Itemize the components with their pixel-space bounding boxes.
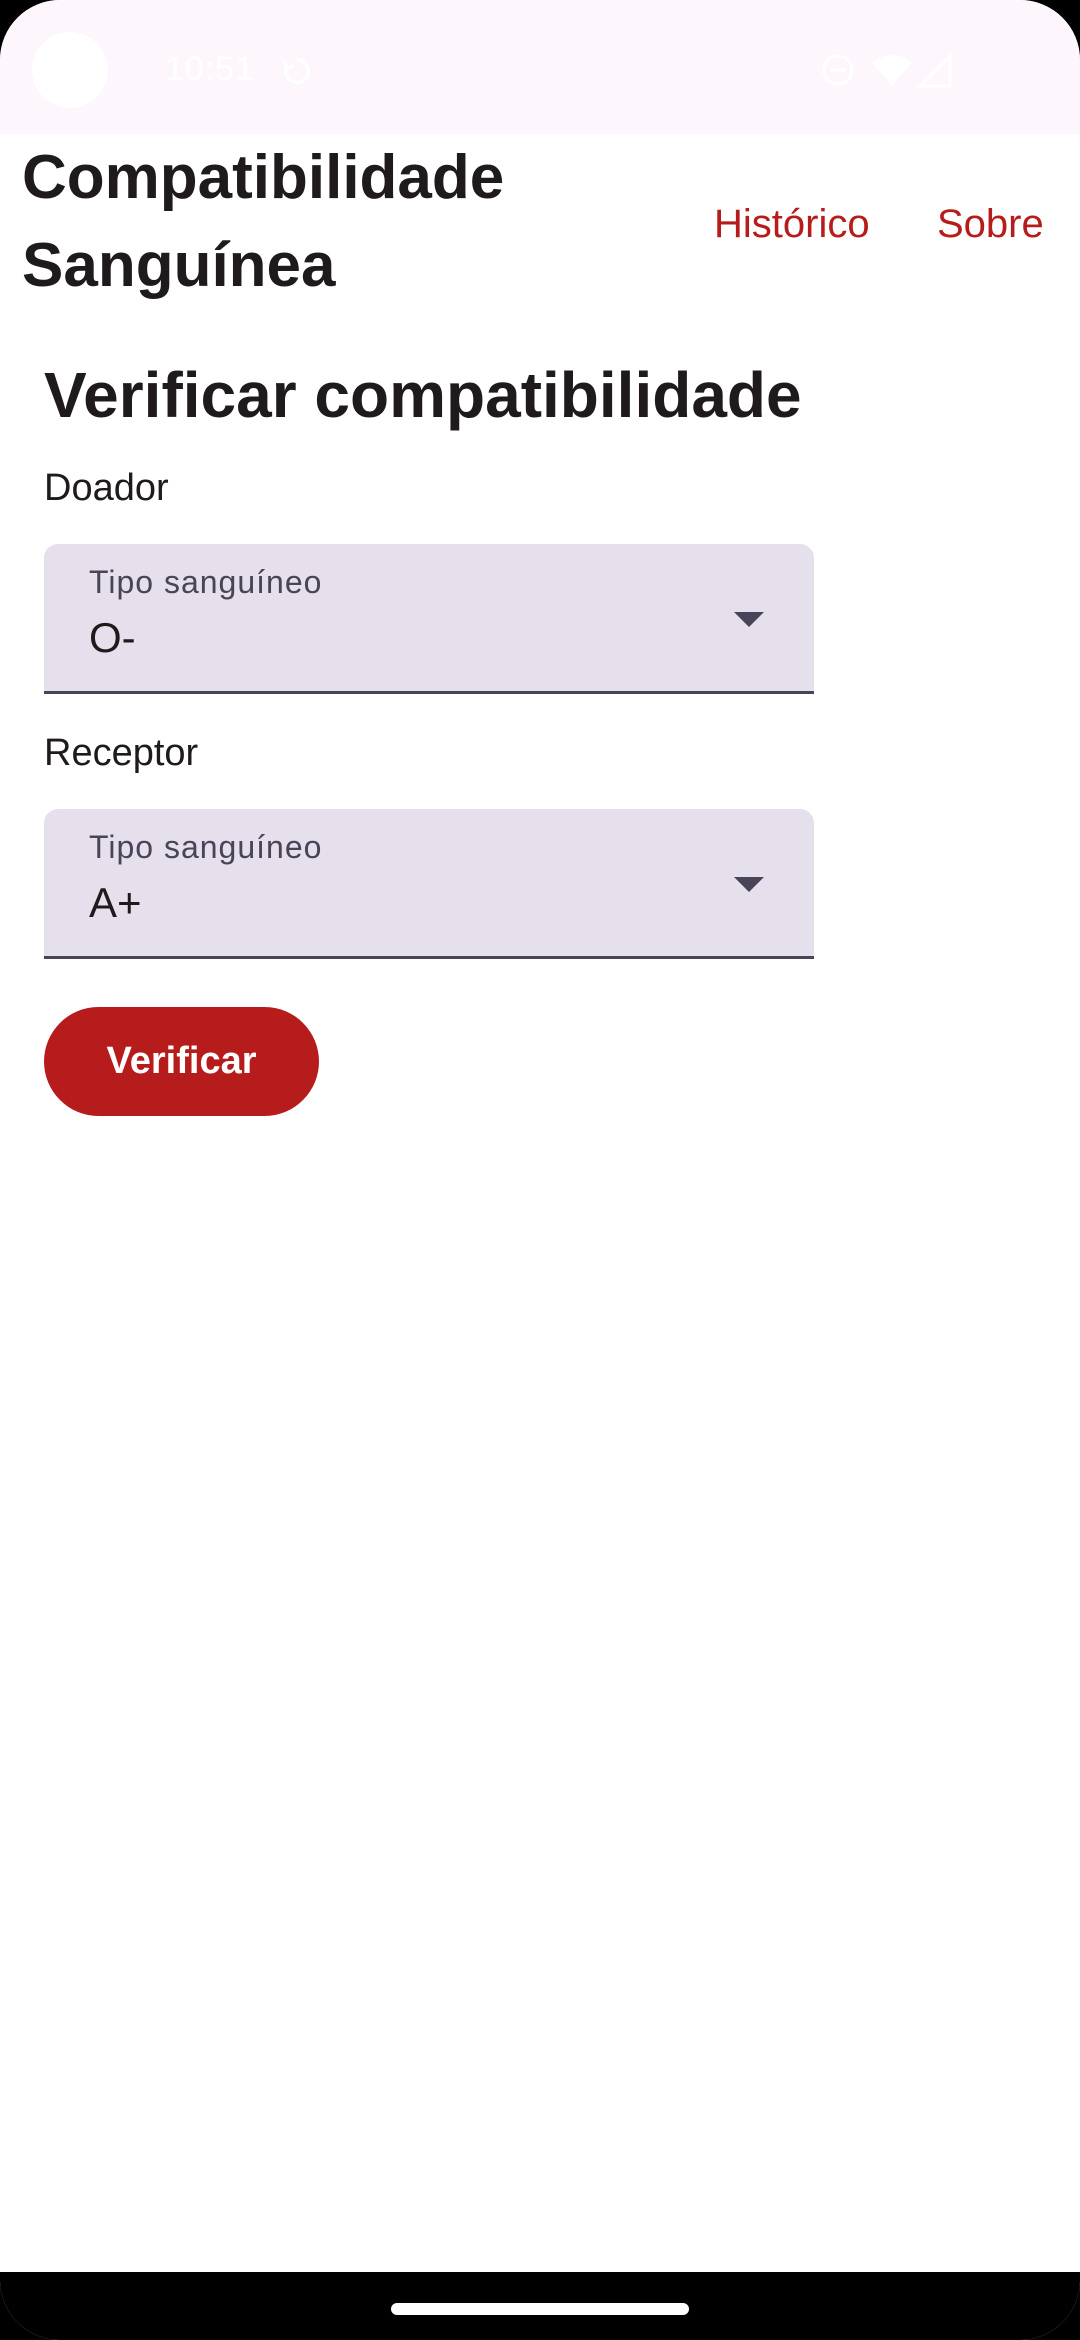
wifi-icon (872, 55, 912, 86)
donor-blood-type-dropdown[interactable]: Tipo sanguíneo O- (44, 544, 814, 694)
app-screen: 10:51 Compatibilidade Sanguínea Históric… (0, 0, 1080, 2340)
nav-sobre-link[interactable]: Sobre (937, 196, 1044, 252)
sync-icon (282, 57, 310, 85)
recipient-blood-type-dropdown[interactable]: Tipo sanguíneo A+ (44, 809, 814, 959)
status-icons (822, 52, 952, 88)
donor-section-label: Doador (44, 467, 169, 509)
donor-dropdown-label: Tipo sanguíneo (89, 564, 323, 600)
status-bar: 10:51 (0, 0, 1080, 134)
app-title: Compatibilidade Sanguínea (22, 143, 505, 300)
nav-historico-link[interactable]: Histórico (714, 196, 870, 252)
camera-cutout (32, 32, 108, 108)
recipient-dropdown-value: A+ (89, 879, 142, 926)
status-time: 10:51 (165, 50, 256, 88)
home-indicator[interactable] (391, 2303, 689, 2315)
verify-button[interactable]: Verificar (44, 1007, 319, 1116)
dnd-icon (822, 54, 854, 86)
signal-icon (916, 52, 952, 88)
page-heading: Verificar compatibilidade (44, 359, 802, 431)
arrow-drop-down-icon (734, 877, 764, 892)
recipient-dropdown-label: Tipo sanguíneo (89, 829, 323, 865)
recipient-section-label: Receptor (44, 732, 199, 774)
arrow-drop-down-icon (734, 612, 764, 627)
donor-dropdown-value: O- (89, 614, 136, 661)
